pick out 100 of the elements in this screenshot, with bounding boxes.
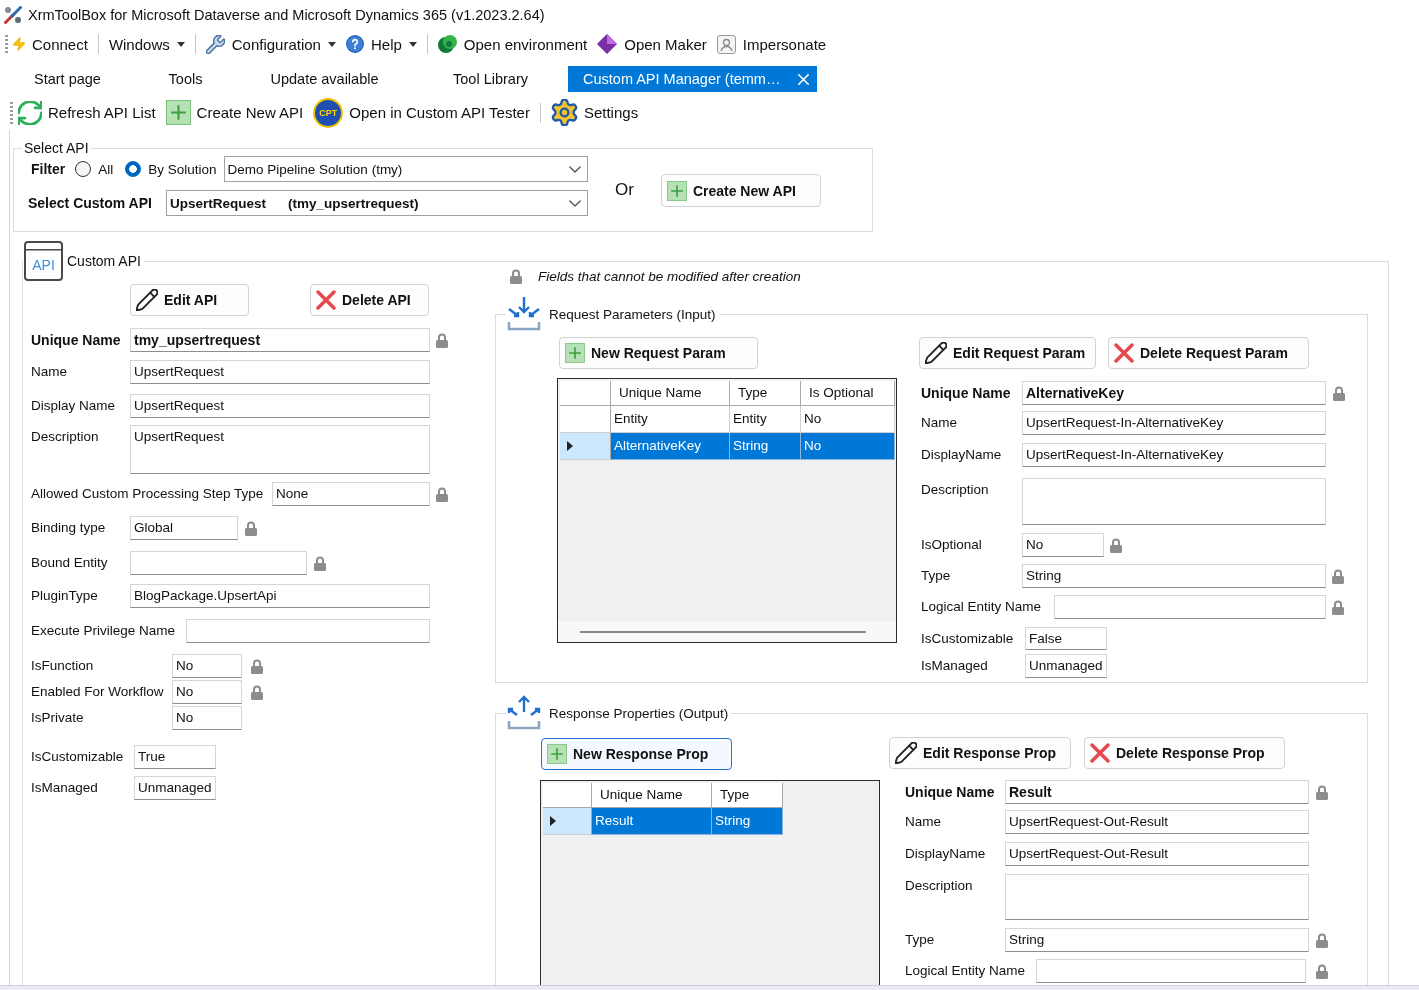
add-button[interactable]: Create New API xyxy=(660,174,821,207)
menu-item[interactable]: Open environment xyxy=(432,32,593,56)
plus-icon xyxy=(565,343,585,363)
text-field[interactable]: Global xyxy=(130,516,238,540)
text-field[interactable]: UpsertRequest-Out-Result xyxy=(1005,810,1309,834)
tab[interactable]: Custom API Manager (temm… xyxy=(568,66,817,92)
field-label: PluginType xyxy=(31,587,99,604)
text-field[interactable]: tmy_upsertrequest xyxy=(130,328,430,352)
text-area[interactable] xyxy=(1022,478,1326,525)
menu-item[interactable]: Impersonate xyxy=(711,32,832,56)
or-label: Or xyxy=(615,180,634,200)
text-field[interactable]: UpsertRequest-In-AlternativeKey xyxy=(1022,411,1326,435)
text-field[interactable]: UpsertRequest-Out-Result xyxy=(1005,842,1309,866)
field-label: IsManaged xyxy=(921,657,989,674)
column-header[interactable]: Type xyxy=(730,381,801,406)
add-button[interactable]: New Request Param xyxy=(559,337,758,369)
field-label: Bound Entity xyxy=(31,554,109,571)
text-area[interactable] xyxy=(1005,874,1309,920)
delete-button[interactable]: Delete API xyxy=(310,284,429,316)
column-header[interactable]: Is Optional xyxy=(801,381,895,406)
table-cell: No xyxy=(801,433,895,460)
text-field[interactable]: No xyxy=(1022,533,1104,557)
text-field[interactable]: Result xyxy=(1005,780,1309,804)
text-field[interactable] xyxy=(1054,595,1326,619)
radio-button[interactable] xyxy=(125,161,142,177)
field-label: Select Custom API xyxy=(28,195,152,211)
field-label: Unique Name xyxy=(31,331,122,348)
text-area[interactable]: UpsertRequest xyxy=(130,425,430,474)
arrows-out-of-tray-icon xyxy=(506,695,542,731)
close-icon[interactable] xyxy=(798,73,809,85)
text-field[interactable]: No xyxy=(172,706,242,730)
edit-button[interactable]: Edit API xyxy=(130,284,249,316)
text-field[interactable]: No xyxy=(172,680,242,704)
combo-box[interactable]: Demo Pipeline Solution (tmy) xyxy=(223,156,588,182)
column-header[interactable]: Unique Name xyxy=(592,783,712,808)
tab[interactable]: Start page xyxy=(0,66,135,92)
text-field[interactable] xyxy=(186,619,430,643)
field-label: DisplayName xyxy=(905,845,987,862)
text-field[interactable] xyxy=(1036,959,1306,983)
text-field[interactable]: UpsertRequest xyxy=(130,360,430,384)
menu-item[interactable]: Help xyxy=(340,32,422,56)
row-pointer-icon xyxy=(550,816,556,826)
group-title: Custom API xyxy=(67,253,141,269)
field-label: Name xyxy=(921,414,958,431)
text-field[interactable]: False xyxy=(1025,627,1107,650)
horizontal-scrollbar[interactable] xyxy=(558,621,896,642)
text-field[interactable] xyxy=(130,551,307,575)
field-label: Binding type xyxy=(31,519,107,536)
combo-box[interactable]: UpsertRequest (tmy_upsertrequest) xyxy=(165,190,588,216)
text-field[interactable]: Unmanaged xyxy=(1025,654,1107,678)
field-label: Description xyxy=(921,481,990,498)
tab[interactable]: Tool Library xyxy=(413,66,568,92)
table-row[interactable]: Entity Entity No xyxy=(560,406,895,433)
help-icon xyxy=(345,35,364,53)
menu-item[interactable]: Windows xyxy=(103,32,190,56)
circle-logo-icon: CPT xyxy=(313,97,344,128)
text-field[interactable]: No xyxy=(172,654,242,678)
menu-item[interactable]: Open Maker xyxy=(592,32,712,56)
field-label: Type xyxy=(905,931,936,948)
add-button[interactable]: New Response Prop xyxy=(541,738,732,770)
toolbar-button[interactable]: Create New API xyxy=(160,96,309,129)
text-field[interactable]: True xyxy=(134,745,216,769)
text-field[interactable]: Unmanaged xyxy=(134,776,216,800)
radio-button[interactable] xyxy=(75,161,92,177)
field-label: IsFunction xyxy=(31,657,95,674)
field-label: Logical Entity Name xyxy=(905,962,1027,979)
table-row[interactable]: Result String xyxy=(543,808,783,835)
delete-button[interactable]: Delete Response Prop xyxy=(1084,737,1285,769)
x-mark-icon xyxy=(1114,343,1134,363)
table-row[interactable]: AlternativeKey String No xyxy=(560,433,895,460)
column-header[interactable]: Unique Name xyxy=(611,381,730,406)
text-field[interactable]: AlternativeKey xyxy=(1022,381,1326,405)
x-mark-icon xyxy=(1090,743,1110,763)
chevron-down-icon xyxy=(569,199,581,207)
text-field[interactable]: UpsertRequest-In-AlternativeKey xyxy=(1022,443,1326,467)
edit-button[interactable]: Edit Request Param xyxy=(919,337,1096,369)
table-cell: String xyxy=(712,808,783,835)
text-field[interactable]: BlogPackage.UpsertApi xyxy=(130,584,430,608)
field-label: IsPrivate xyxy=(31,709,85,726)
swirl-icon xyxy=(437,35,457,53)
text-field[interactable]: UpsertRequest xyxy=(130,394,430,418)
tab[interactable]: Update available xyxy=(236,66,413,92)
radio-label[interactable]: By Solution xyxy=(148,161,217,177)
field-label: Name xyxy=(905,813,942,830)
column-header[interactable]: Type xyxy=(712,783,783,808)
text-field[interactable]: String xyxy=(1005,928,1309,952)
toolbar-button[interactable]: CPT Open in Custom API Tester xyxy=(308,96,535,129)
plus-icon xyxy=(547,744,567,764)
text-field[interactable]: None xyxy=(272,482,430,506)
tab[interactable]: Tools xyxy=(135,66,236,92)
text-field[interactable]: String xyxy=(1022,564,1326,588)
field-label: Display Name xyxy=(31,397,117,414)
pencil-icon xyxy=(895,742,917,764)
menu-item[interactable]: Connect xyxy=(8,32,93,56)
toolbar-button[interactable]: Settings xyxy=(545,96,644,129)
radio-label[interactable]: All xyxy=(98,161,114,177)
menu-item[interactable]: Configuration xyxy=(200,32,341,56)
edit-button[interactable]: Edit Response Prop xyxy=(889,737,1071,769)
delete-button[interactable]: Delete Request Param xyxy=(1108,337,1309,369)
toolbar-button[interactable]: Refresh API List xyxy=(13,96,161,129)
